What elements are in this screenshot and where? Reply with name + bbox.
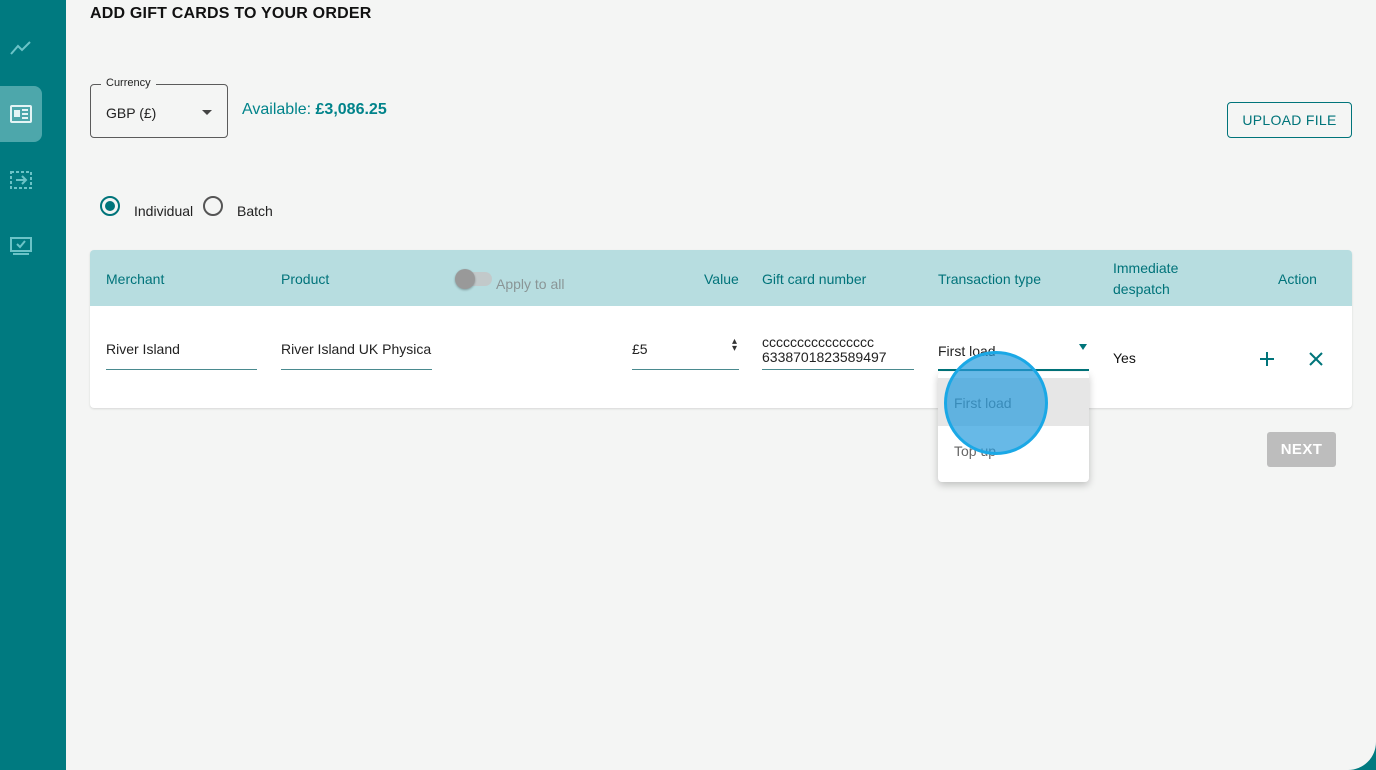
header-value: Value xyxy=(704,271,739,287)
merchant-input[interactable]: River Island xyxy=(106,334,257,370)
transaction-type-select[interactable]: First load xyxy=(938,334,1089,371)
immediate-despatch-value: Yes xyxy=(1113,350,1136,366)
toggle-thumb xyxy=(455,269,475,289)
header-despatch-line1: Immediate xyxy=(1113,260,1179,276)
sidebar-item-approvals[interactable] xyxy=(0,218,42,274)
checked-screen-icon xyxy=(10,237,32,255)
close-icon xyxy=(1309,352,1323,366)
product-input[interactable]: River Island UK Physica xyxy=(281,334,432,370)
available-amount: £3,086.25 xyxy=(315,101,387,118)
apply-to-all-label: Apply to all xyxy=(496,276,565,292)
value-input[interactable]: £5 ▴ ▾ xyxy=(632,334,739,370)
apply-to-all-toggle[interactable] xyxy=(455,269,492,289)
caret-down-icon xyxy=(202,110,212,115)
header-action: Action xyxy=(1278,271,1317,287)
transaction-type-value: First load xyxy=(938,343,996,359)
orders-list-icon xyxy=(10,105,32,123)
header-despatch-line2: despatch xyxy=(1113,281,1170,297)
page-title: ADD GIFT CARDS TO YOUR ORDER xyxy=(90,5,372,22)
sidebar xyxy=(0,0,66,770)
plus-icon xyxy=(1260,352,1274,366)
card-number-line1: cccccccccccccccc xyxy=(762,334,874,350)
stepper-icon[interactable]: ▴ ▾ xyxy=(732,337,737,354)
available-label: Available: xyxy=(242,101,316,118)
value-amount: £5 xyxy=(632,341,648,357)
main-content: ADD GIFT CARDS TO YOUR ORDER Currency GB… xyxy=(66,0,1376,770)
batch-radio[interactable] xyxy=(203,196,223,216)
currency-value: GBP (£) xyxy=(106,105,157,121)
sidebar-item-analytics[interactable] xyxy=(0,20,42,76)
available-balance: Available: £3,086.25 xyxy=(242,101,387,119)
header-product: Product xyxy=(281,271,330,287)
add-row-button[interactable] xyxy=(1255,347,1279,371)
card-number-line2: 6338701823589497 xyxy=(762,349,887,365)
currency-select[interactable]: Currency GBP (£) xyxy=(90,77,228,138)
caret-down-icon xyxy=(1079,344,1087,350)
gift-card-number-input[interactable]: cccccccccccccccc 6338701823589497 xyxy=(762,334,914,370)
sidebar-item-orders[interactable] xyxy=(0,86,42,142)
header-transaction-type: Transaction type xyxy=(938,271,1041,287)
table-header: Merchant Product Apply to all Value Gift… xyxy=(90,250,1352,306)
chart-line-icon xyxy=(10,41,31,55)
upload-file-button[interactable]: UPLOAD FILE xyxy=(1227,102,1352,138)
gift-card-table: Merchant Product Apply to all Value Gift… xyxy=(90,250,1352,408)
product-value: River Island UK Physica xyxy=(281,341,432,357)
next-button[interactable]: NEXT xyxy=(1267,432,1336,467)
transaction-type-dropdown: First load Top up xyxy=(938,372,1089,482)
header-merchant: Merchant xyxy=(106,271,165,287)
merchant-value: River Island xyxy=(106,341,180,357)
batch-radio-label[interactable]: Batch xyxy=(237,203,273,219)
currency-label: Currency xyxy=(101,77,156,89)
option-top-up[interactable]: Top up xyxy=(938,426,1089,474)
option-first-load-label: First load xyxy=(954,395,1012,411)
transfer-icon xyxy=(10,171,32,189)
remove-row-button[interactable] xyxy=(1304,347,1328,371)
option-top-up-label: Top up xyxy=(954,443,997,459)
option-first-load[interactable]: First load xyxy=(938,378,1089,426)
individual-radio[interactable] xyxy=(100,196,120,216)
header-gift-card-number: Gift card number xyxy=(762,271,867,287)
individual-radio-label[interactable]: Individual xyxy=(134,203,193,219)
sidebar-item-transfers[interactable] xyxy=(0,152,42,208)
